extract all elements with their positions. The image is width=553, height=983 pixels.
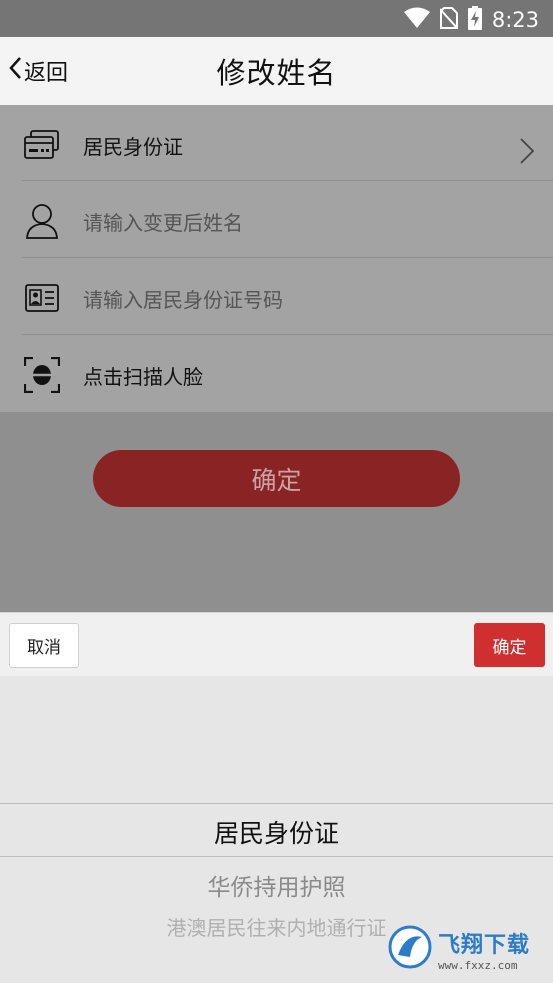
modal-overlay[interactable] bbox=[0, 412, 553, 612]
watermark-logo-icon bbox=[388, 925, 432, 973]
row-divider bbox=[22, 257, 553, 258]
status-time: 8:23 bbox=[491, 8, 539, 32]
row-divider bbox=[22, 334, 553, 335]
nav-bar: 返回 修改姓名 bbox=[0, 37, 553, 105]
form-area: 居民身份证 请输入变更后姓名 请输入居民身份证号码 点击扫描人脸 bbox=[0, 105, 553, 412]
id-type-row[interactable]: 居民身份证 bbox=[22, 107, 553, 183]
status-bar: 8:23 bbox=[0, 0, 553, 37]
picker-option-selected[interactable]: 居民身份证 bbox=[0, 814, 553, 850]
battery-charging-icon bbox=[467, 6, 482, 34]
picker-cancel-button[interactable]: 取消 bbox=[9, 623, 79, 668]
id-number-input-row[interactable]: 请输入居民身份证号码 bbox=[22, 260, 553, 336]
picker-selection-line bbox=[0, 856, 553, 857]
watermark-url: www.fxxz.com bbox=[438, 958, 518, 972]
id-number-input[interactable]: 请输入居民身份证号码 bbox=[83, 284, 283, 313]
id-type-label: 居民身份证 bbox=[83, 134, 183, 159]
name-input-row[interactable]: 请输入变更后姓名 bbox=[22, 183, 553, 259]
face-scan-label: 点击扫描人脸 bbox=[83, 364, 203, 389]
confirm-button[interactable]: 确定 bbox=[93, 450, 460, 507]
watermark-title: 飞翔下载 bbox=[438, 932, 531, 958]
no-sim-icon bbox=[439, 7, 459, 33]
face-scan-row[interactable]: 点击扫描人脸 bbox=[22, 337, 553, 413]
id-badge-icon bbox=[22, 278, 62, 318]
picker-toolbar: 取消 确定 bbox=[0, 612, 553, 677]
picker-option[interactable]: 华侨持用护照 bbox=[0, 868, 553, 902]
watermark-text: 飞翔下载 www.fxxz.com bbox=[438, 927, 530, 972]
page-title: 修改姓名 bbox=[216, 56, 337, 90]
name-input[interactable]: 请输入变更后姓名 bbox=[83, 207, 243, 236]
watermark: 飞翔下载 www.fxxz.com bbox=[388, 920, 545, 978]
picker-selection-line bbox=[0, 803, 553, 804]
status-icons: 8:23 bbox=[403, 6, 539, 34]
face-scan-icon bbox=[22, 355, 62, 395]
row-divider bbox=[22, 180, 553, 181]
id-card-icon bbox=[22, 125, 62, 165]
picker-ok-button[interactable]: 确定 bbox=[474, 623, 545, 667]
person-icon bbox=[22, 201, 62, 241]
wifi-icon bbox=[403, 7, 430, 33]
chevron-right-icon bbox=[519, 137, 535, 169]
